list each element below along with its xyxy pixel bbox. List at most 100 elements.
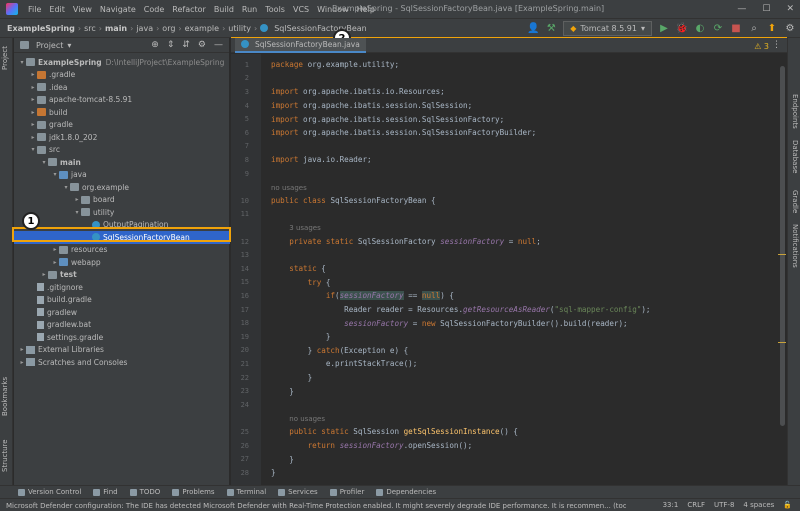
- menu-edit[interactable]: Edit: [45, 5, 69, 14]
- code-line[interactable]: 19 }: [231, 330, 787, 344]
- tree-item[interactable]: ▾ main: [14, 156, 230, 169]
- chevron-right-icon[interactable]: ▸: [29, 96, 37, 103]
- run-icon[interactable]: ▶: [658, 23, 670, 35]
- tree-item[interactable]: ▸ .idea: [14, 81, 230, 94]
- tree-item[interactable]: gradlew: [14, 306, 230, 319]
- stripe-endpoints[interactable]: Endpoints: [791, 94, 799, 129]
- code-line[interactable]: 16 if(sessionFactory == null) {: [231, 289, 787, 303]
- chevron-right-icon[interactable]: ▸: [51, 259, 59, 266]
- breadcrumb-item[interactable]: src: [81, 24, 99, 33]
- tool-window-profiler[interactable]: Profiler: [329, 488, 364, 496]
- code-line[interactable]: 27 }: [231, 452, 787, 466]
- tree-item[interactable]: ▾ src: [14, 144, 230, 157]
- tool-window-dependencies[interactable]: Dependencies: [376, 488, 436, 496]
- chevron-right-icon[interactable]: ▸: [18, 359, 26, 366]
- minimize-icon[interactable]: —: [737, 3, 746, 15]
- code-line[interactable]: no usages: [231, 180, 787, 194]
- breadcrumb-item[interactable]: ExampleSpring: [4, 24, 78, 33]
- tree-item[interactable]: ▾ java: [14, 169, 230, 182]
- tree-item[interactable]: ▾ org.example: [14, 181, 230, 194]
- menu-vcs[interactable]: VCS: [289, 5, 313, 14]
- tree-item[interactable]: .gitignore: [14, 281, 230, 294]
- code-line[interactable]: 15 try {: [231, 276, 787, 290]
- stripe-database[interactable]: Database: [791, 140, 799, 173]
- tree-item[interactable]: ▸ External Libraries: [14, 344, 230, 357]
- tree-item[interactable]: ▸ jdk1.8.0_202: [14, 131, 230, 144]
- menu-build[interactable]: Build: [210, 5, 238, 14]
- menu-tools[interactable]: Tools: [261, 5, 289, 14]
- chevron-down-icon[interactable]: ▾: [51, 171, 59, 178]
- chevron-right-icon[interactable]: ▸: [29, 134, 37, 141]
- lock-icon[interactable]: 🔓: [783, 501, 792, 509]
- code-line[interactable]: 21 e.printStackTrace();: [231, 357, 787, 371]
- tool-window-problems[interactable]: Problems: [172, 488, 215, 496]
- menu-run[interactable]: Run: [238, 5, 261, 14]
- code-line[interactable]: 10 public class SqlSessionFactoryBean {: [231, 194, 787, 208]
- chevron-right-icon[interactable]: ▸: [29, 109, 37, 116]
- chevron-down-icon[interactable]: ▾: [29, 146, 37, 153]
- code-line[interactable]: 24: [231, 398, 787, 412]
- menu-file[interactable]: File: [24, 5, 45, 14]
- tree-item[interactable]: ▾ utility: [14, 206, 230, 219]
- chevron-right-icon[interactable]: ▸: [29, 71, 37, 78]
- tree-item[interactable]: SqlSessionFactoryBean: [14, 231, 230, 244]
- code-line[interactable]: 6 import org.apache.ibatis.session.SqlSes…: [231, 126, 787, 140]
- code-area[interactable]: 1 package org.example.utility; 2 3 import or…: [231, 54, 787, 485]
- code-line[interactable]: 4 import org.apache.ibatis.session.SqlSes…: [231, 99, 787, 113]
- coverage-icon[interactable]: ◐: [694, 23, 706, 35]
- tool-window-find[interactable]: Find: [93, 488, 118, 496]
- menu-view[interactable]: View: [69, 5, 96, 14]
- maximize-icon[interactable]: ☐: [762, 3, 770, 15]
- hide-icon[interactable]: —: [214, 40, 223, 50]
- tree-item[interactable]: ▸ webapp: [14, 256, 230, 269]
- tree-item[interactable]: ▾ ExampleSpring D:\IntelliJProject\Example…: [14, 56, 230, 69]
- tool-window-terminal[interactable]: Terminal: [226, 488, 266, 496]
- profile-icon[interactable]: ⟳: [712, 23, 724, 35]
- tree-item[interactable]: ▸ board: [14, 194, 230, 207]
- tool-window-services[interactable]: Services: [278, 488, 318, 496]
- tool-window-version-control[interactable]: Version Control: [18, 488, 81, 496]
- tree-item[interactable]: ▸ build: [14, 106, 230, 119]
- chevron-down-icon[interactable]: ▾: [67, 41, 71, 50]
- tree-item[interactable]: OutputPagination: [14, 219, 230, 232]
- breadcrumb-item[interactable]: example: [182, 24, 222, 33]
- breadcrumb-item[interactable]: java: [133, 24, 156, 33]
- expand-icon[interactable]: ⇵: [182, 40, 190, 50]
- close-icon[interactable]: ✕: [786, 3, 794, 15]
- code-line[interactable]: no usages: [231, 412, 787, 426]
- tree-item[interactable]: ▸ .gradle: [14, 69, 230, 82]
- project-panel-title[interactable]: Project: [36, 41, 63, 50]
- settings-icon[interactable]: ⚙: [784, 23, 796, 35]
- tab-sqlsessionfactorybean[interactable]: SqlSessionFactoryBean.java: [235, 37, 366, 53]
- tree-item[interactable]: ▸ Scratches and Consoles: [14, 356, 230, 369]
- stripe-structure[interactable]: Structure: [1, 439, 9, 472]
- file-encoding[interactable]: UTF-8: [714, 501, 734, 509]
- run-configuration-select[interactable]: ◆ Tomcat 8.5.91 ▾: [563, 21, 652, 36]
- breadcrumb-item[interactable]: SqlSessionFactoryBean: [257, 24, 370, 33]
- locate-icon[interactable]: ⊕: [151, 40, 159, 50]
- code-line[interactable]: 26 return sessionFactory.openSession();: [231, 439, 787, 453]
- code-line[interactable]: 14 static {: [231, 262, 787, 276]
- caret-position[interactable]: 33:1: [663, 501, 679, 509]
- debug-icon[interactable]: 🐞: [676, 23, 688, 35]
- stripe-project[interactable]: Project: [1, 46, 9, 70]
- chevron-right-icon[interactable]: ▸: [51, 246, 59, 253]
- breadcrumb-item[interactable]: utility: [225, 24, 254, 33]
- code-line[interactable]: 2: [231, 72, 787, 86]
- tree-item[interactable]: ▸ apache-tomcat-8.5.91: [14, 94, 230, 107]
- breadcrumb-item[interactable]: org: [159, 24, 178, 33]
- tree-item[interactable]: build.gradle: [14, 294, 230, 307]
- update-icon[interactable]: ⬆: [766, 23, 778, 35]
- menu-refactor[interactable]: Refactor: [168, 5, 210, 14]
- code-line[interactable]: 3 import org.apache.ibatis.io.Resources;: [231, 85, 787, 99]
- breadcrumb-item[interactable]: main: [102, 24, 130, 33]
- code-line[interactable]: 13: [231, 248, 787, 262]
- menu-navigate[interactable]: Navigate: [96, 5, 140, 14]
- stripe-gradle[interactable]: Gradle: [791, 190, 799, 213]
- chevron-right-icon[interactable]: ▸: [40, 271, 48, 278]
- chevron-down-icon[interactable]: ▾: [73, 209, 81, 216]
- chevron-right-icon[interactable]: ▸: [29, 121, 37, 128]
- tree-item[interactable]: ▸ resources: [14, 244, 230, 257]
- code-line[interactable]: 18 sessionFactory = new SqlSessionFactor…: [231, 316, 787, 330]
- code-line[interactable]: 9: [231, 167, 787, 181]
